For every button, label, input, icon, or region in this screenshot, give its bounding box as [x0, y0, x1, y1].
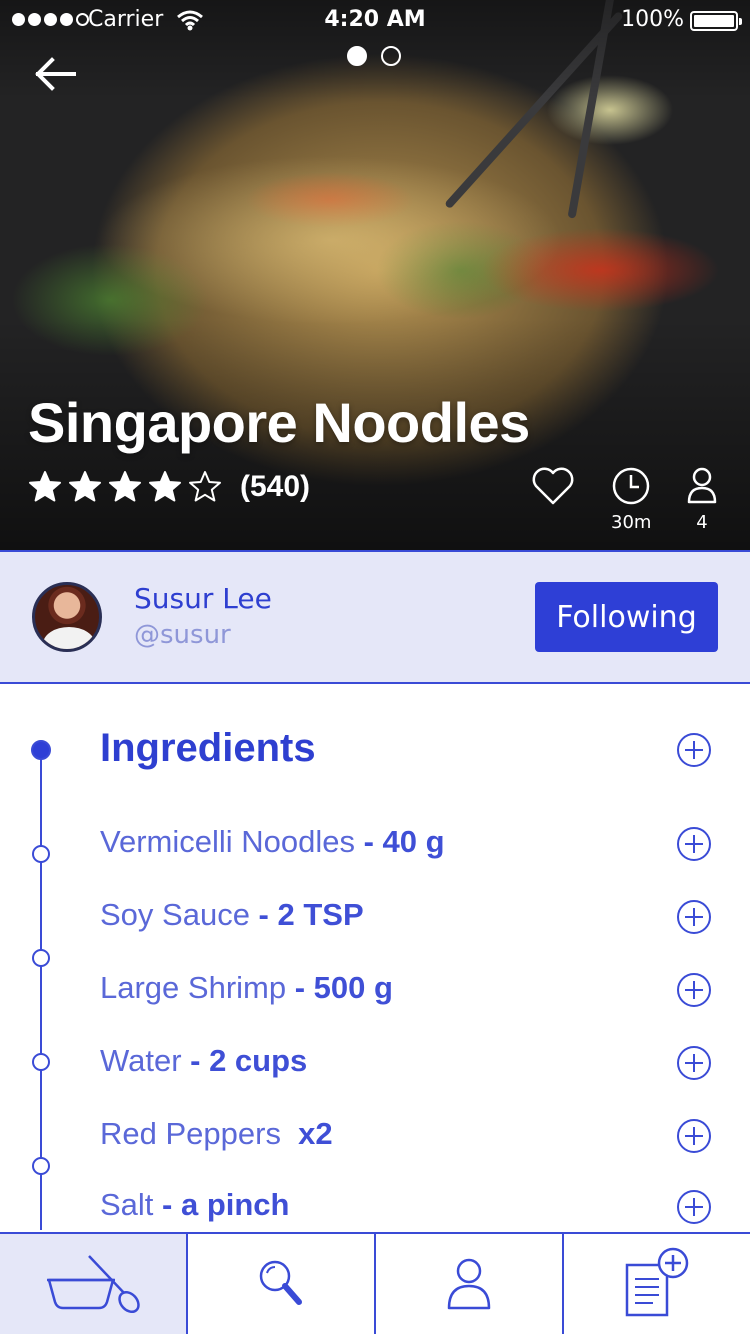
ingredient-name: Water [100, 1043, 182, 1078]
add-list-icon [625, 1247, 689, 1317]
author-bar: Susur Lee @susur Following [0, 550, 750, 684]
ingredient-name: Large Shrimp [100, 970, 287, 1005]
page-dot-1[interactable] [347, 46, 367, 66]
ingredient-quantity: - 2 TSP [249, 897, 364, 932]
avatar[interactable] [32, 582, 102, 652]
ingredient-item[interactable]: Large Shrimp - 500 g [100, 970, 393, 1006]
clock-icon [612, 467, 650, 505]
add-ingredient-icon[interactable] [676, 1118, 712, 1154]
star-filled-icon[interactable] [28, 470, 62, 504]
add-ingredient-icon[interactable] [676, 1045, 712, 1081]
following-button[interactable]: Following [535, 582, 718, 652]
star-filled-icon[interactable] [148, 470, 182, 504]
author-handle[interactable]: @susur [134, 620, 231, 650]
status-bar: Carrier 4:20 AM 100% [0, 0, 750, 40]
tab-recipes[interactable] [0, 1234, 188, 1334]
ingredient-quantity: x2 [280, 1116, 333, 1151]
heart-icon [532, 467, 574, 505]
profile-icon [447, 1258, 491, 1310]
star-filled-icon[interactable] [108, 470, 142, 504]
cook-time: 30m [611, 466, 651, 533]
page-dot-2[interactable] [381, 46, 401, 66]
servings: 4 [686, 466, 718, 533]
image-page-indicator[interactable] [347, 46, 401, 66]
author-name[interactable]: Susur Lee [134, 582, 272, 615]
rating-count: (540) [240, 470, 311, 503]
back-arrow-icon[interactable] [28, 50, 84, 98]
tab-shopping-list[interactable] [564, 1234, 750, 1334]
timeline-node [32, 949, 50, 967]
ingredient-name: Vermicelli Noodles [100, 824, 355, 859]
ingredient-quantity: - 500 g [286, 970, 393, 1005]
add-ingredient-icon[interactable] [676, 972, 712, 1008]
ingredient-name: Red Peppers [100, 1116, 281, 1151]
ingredient-item[interactable]: Water - 2 cups [100, 1043, 307, 1079]
timeline-node [32, 1157, 50, 1175]
ingredients-section: Ingredients Vermicelli Noodles - 40 g Soy… [0, 686, 750, 1232]
add-ingredient-icon[interactable] [676, 826, 712, 862]
timeline-node [31, 740, 51, 760]
cook-time-label: 30m [611, 512, 652, 533]
recipe-title: Singapore Noodles [28, 391, 530, 454]
ingredient-item[interactable]: Salt - a pinch [100, 1187, 290, 1223]
timeline-node [32, 845, 50, 863]
ingredient-name: Salt [100, 1187, 154, 1222]
add-ingredient-icon[interactable] [676, 1189, 712, 1225]
add-all-ingredients-icon[interactable] [676, 732, 712, 768]
person-icon [687, 467, 717, 504]
servings-label: 4 [696, 512, 708, 533]
ingredients-heading: Ingredients [100, 726, 316, 770]
add-ingredient-icon[interactable] [676, 899, 712, 935]
ingredient-quantity: - 2 cups [181, 1043, 308, 1078]
star-filled-icon[interactable] [68, 470, 102, 504]
favorite-button[interactable] [530, 466, 576, 506]
ingredient-item[interactable]: Red Peppers x2 [100, 1116, 333, 1152]
timeline-node [32, 1053, 50, 1071]
ingredient-quantity: - 40 g [355, 824, 445, 859]
ingredient-item[interactable]: Soy Sauce - 2 TSP [100, 897, 364, 933]
battery-icon [690, 11, 742, 31]
bowl-spoon-icon [47, 1255, 140, 1314]
tab-bar [0, 1232, 750, 1334]
tab-profile[interactable] [376, 1234, 564, 1334]
battery-percentage: 100% [621, 7, 684, 32]
star-empty-icon[interactable] [188, 470, 222, 504]
ingredient-quantity: - a pinch [153, 1187, 290, 1222]
search-icon [259, 1260, 302, 1305]
hero-image[interactable]: Carrier 4:20 AM 100% Singapore Noodles (… [0, 0, 750, 550]
ingredient-item[interactable]: Vermicelli Noodles - 40 g [100, 824, 445, 860]
ingredient-name: Soy Sauce [100, 897, 250, 932]
star-rating[interactable]: (540) [28, 470, 310, 504]
tab-search[interactable] [188, 1234, 376, 1334]
